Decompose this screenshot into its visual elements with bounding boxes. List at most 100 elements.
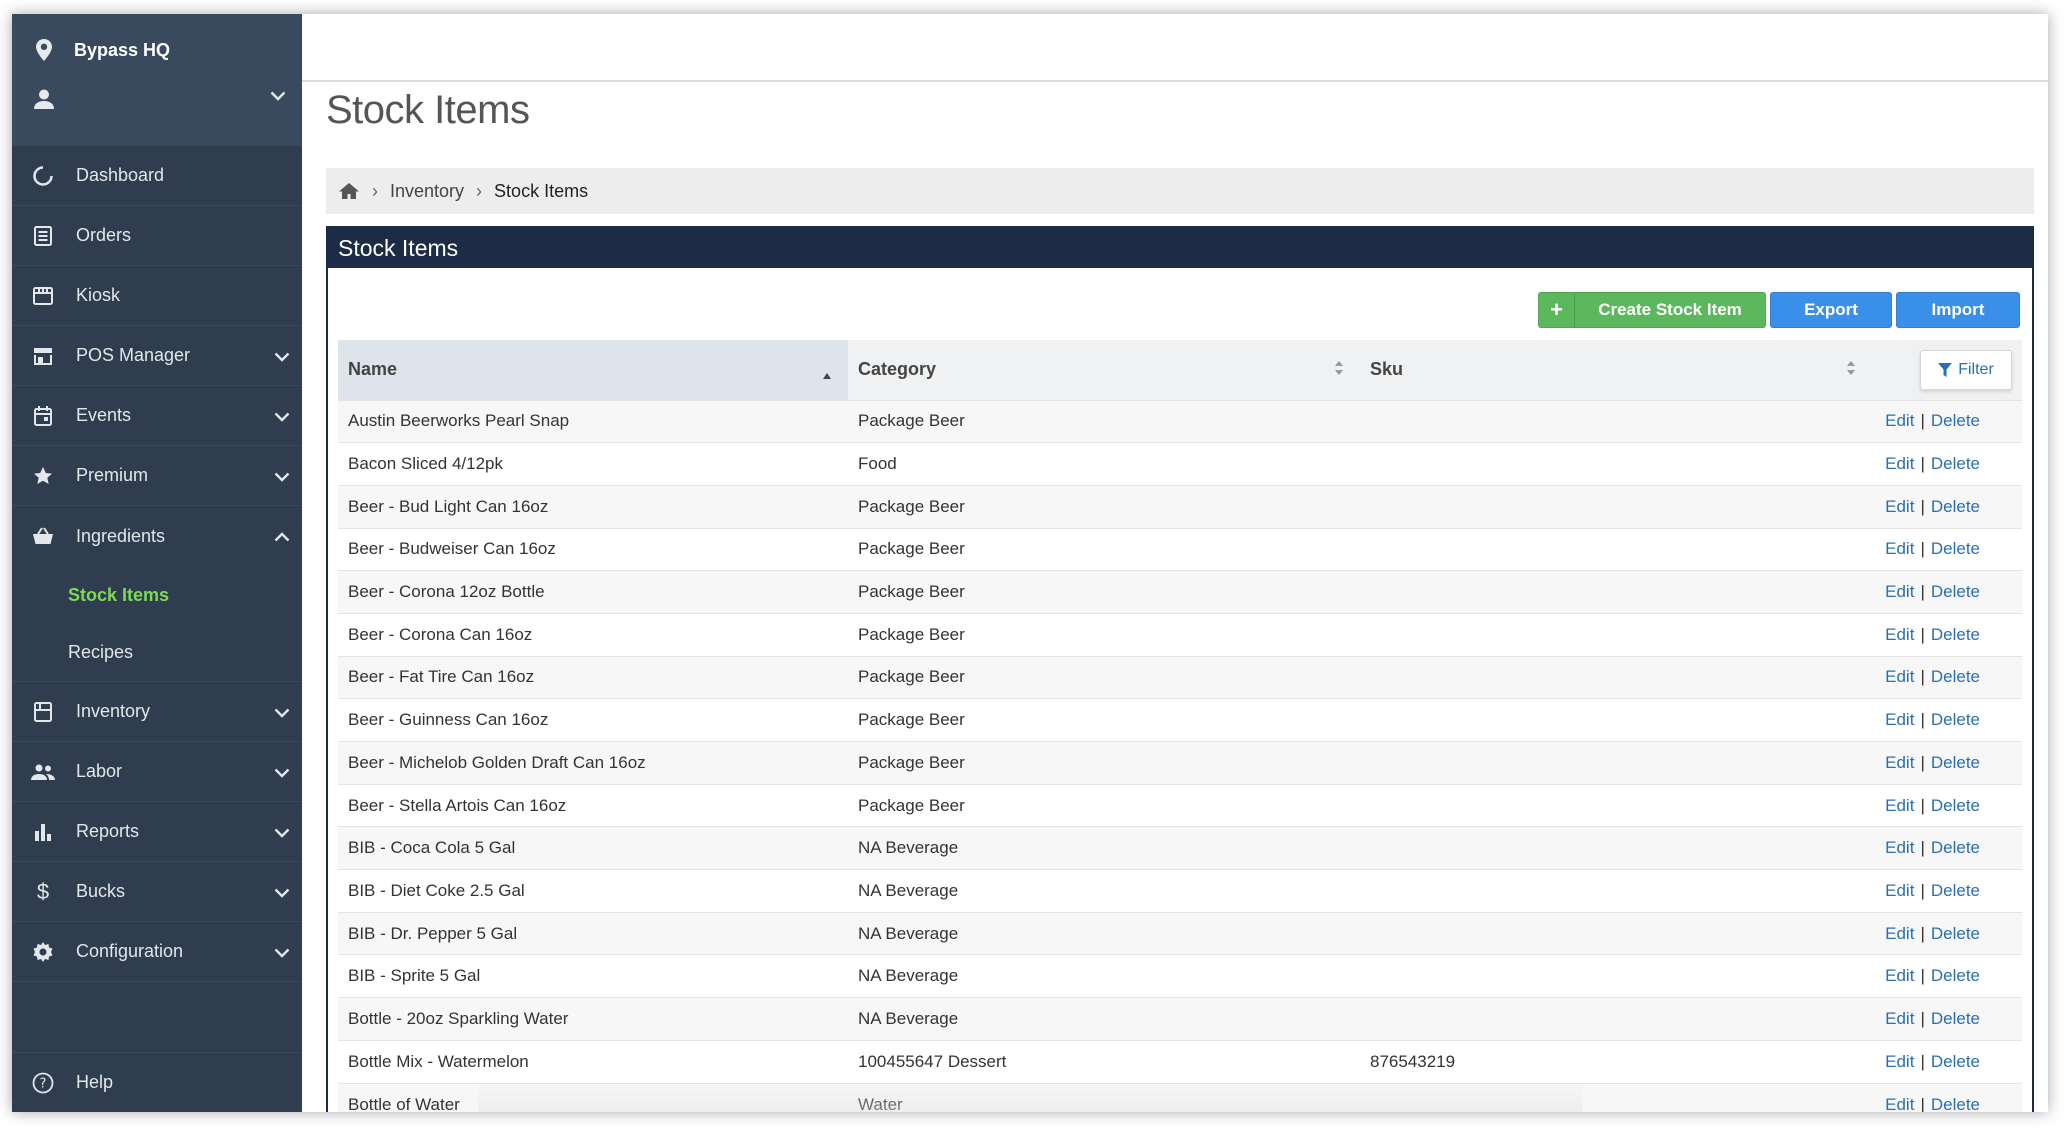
edit-link[interactable]: Edit [1885, 966, 1914, 985]
sidebar-item-label: Ingredients [76, 525, 166, 546]
table-row: BIB - Coca Cola 5 Gal NA Beverage Edit | Del… [338, 826, 2022, 870]
edit-link[interactable]: Edit [1885, 1095, 1914, 1112]
sidebar-item-kiosk[interactable]: Kiosk [12, 266, 302, 326]
table-row: Beer - Stella Artois Can 16oz Package Bee… [338, 783, 2022, 827]
sidebar-item-label: Configuration [76, 941, 184, 961]
sidebar: Bypass HQ Dashboard Orders Kiosk POS Man… [12, 14, 302, 1112]
delete-link[interactable]: Delete [1931, 1052, 1980, 1071]
table-row: Beer - Budweiser Can 16oz Package Beer Edi… [338, 527, 2022, 571]
edit-link[interactable]: Edit [1885, 1009, 1914, 1028]
action-separator: | [1920, 454, 1925, 474]
delete-link[interactable]: Delete [1931, 454, 1980, 473]
people-icon [30, 764, 56, 780]
sidebar-item-label: Inventory [76, 701, 151, 721]
table-row: Bacon Sliced 4/12pk Food Edit | Delete [338, 442, 2022, 486]
column-header-label: Sku [1370, 359, 1404, 380]
filter-button[interactable]: Filter [1920, 350, 2012, 390]
edit-link[interactable]: Edit [1885, 1052, 1914, 1071]
gear-icon [30, 941, 56, 962]
home-icon[interactable] [338, 182, 360, 200]
delete-link[interactable]: Delete [1931, 582, 1980, 601]
edit-link[interactable]: Edit [1885, 838, 1914, 857]
edit-link[interactable]: Edit [1885, 881, 1914, 900]
chevron-down-icon [274, 882, 290, 903]
cell-sku [1360, 655, 1872, 699]
cell-name: BIB - Sprite 5 Gal [338, 954, 848, 998]
sidebar-item-label: Events [76, 405, 132, 425]
cell-actions: Edit | Delete [1872, 911, 2022, 955]
column-header-label: Name [348, 359, 398, 380]
stock-items-table: Name Category Sku Filter Austin Beerwork… [338, 340, 2022, 1112]
sidebar-item-inventory[interactable]: Inventory [12, 682, 302, 742]
sidebar-item-help[interactable]: ? Help [12, 1052, 302, 1112]
svg-text:?: ? [40, 1076, 47, 1091]
cell-category: NA Beverage [848, 911, 1360, 955]
sidebar-item-label: Premium [76, 465, 149, 485]
sidebar-item-orders[interactable]: Orders [12, 206, 302, 266]
delete-link[interactable]: Delete [1931, 1009, 1980, 1028]
cell-actions: Edit | Delete [1872, 698, 2022, 742]
edit-link[interactable]: Edit [1885, 924, 1914, 943]
delete-link[interactable]: Delete [1931, 539, 1980, 558]
column-header-category[interactable]: Category [848, 340, 1360, 400]
table-row: Beer - Bud Light Can 16oz Package Beer Edi… [338, 484, 2022, 529]
plus-icon: + [1539, 293, 1575, 327]
sidebar-item-label: Kiosk [76, 285, 121, 305]
sidebar-subitem-recipes[interactable]: Recipes [12, 624, 302, 682]
page-title: Stock Items [326, 88, 530, 132]
panel-actions: + Create Stock Item Export Import [1538, 292, 2020, 328]
delete-link[interactable]: Delete [1931, 838, 1980, 857]
sidebar-item-reports[interactable]: Reports [12, 802, 302, 862]
column-header-name[interactable]: Name [338, 340, 848, 400]
export-button[interactable]: Export [1770, 292, 1892, 328]
delete-link[interactable]: Delete [1931, 924, 1980, 943]
cell-sku [1360, 954, 1872, 998]
delete-link[interactable]: Delete [1931, 881, 1980, 900]
sidebar-header: Bypass HQ [12, 14, 302, 146]
edit-link[interactable]: Edit [1885, 796, 1914, 815]
chevron-down-icon [274, 702, 290, 723]
cell-name: Bottle of Water [338, 1082, 848, 1112]
delete-link[interactable]: Delete [1931, 710, 1980, 729]
sidebar-item-bucks[interactable]: $ Bucks [12, 862, 302, 922]
column-header-sku[interactable]: Sku [1360, 340, 1872, 400]
calendar-icon [30, 405, 56, 426]
location-selector[interactable]: Bypass HQ [12, 32, 302, 68]
sidebar-subitem-stock-items[interactable]: Stock Items [12, 566, 302, 624]
sidebar-item-labor[interactable]: Labor [12, 742, 302, 802]
edit-link[interactable]: Edit [1885, 667, 1914, 686]
sidebar-item-label: Bucks [76, 881, 126, 901]
edit-link[interactable]: Edit [1885, 411, 1914, 430]
edit-link[interactable]: Edit [1885, 454, 1914, 473]
delete-link[interactable]: Delete [1931, 796, 1980, 815]
orders-icon [30, 225, 56, 246]
delete-link[interactable]: Delete [1931, 667, 1980, 686]
sidebar-item-configuration[interactable]: Configuration [12, 922, 302, 982]
sidebar-item-label: Reports [76, 821, 140, 841]
delete-link[interactable]: Delete [1931, 1095, 1980, 1112]
sidebar-item-pos-manager[interactable]: POS Manager [12, 326, 302, 386]
edit-link[interactable]: Edit [1885, 582, 1914, 601]
sidebar-item-dashboard[interactable]: Dashboard [12, 146, 302, 206]
import-button[interactable]: Import [1896, 292, 2020, 328]
delete-link[interactable]: Delete [1931, 411, 1980, 430]
delete-link[interactable]: Delete [1931, 625, 1980, 644]
cell-sku [1360, 741, 1872, 785]
user-menu[interactable] [12, 74, 302, 124]
breadcrumb-inventory[interactable]: Inventory [390, 181, 464, 202]
main-content: Stock Items › Inventory › Stock Items St… [302, 14, 2048, 1112]
sidebar-item-ingredients[interactable]: Ingredients [12, 506, 302, 566]
sidebar-item-premium[interactable]: Premium [12, 446, 302, 506]
delete-link[interactable]: Delete [1931, 497, 1980, 516]
delete-link[interactable]: Delete [1931, 753, 1980, 772]
sidebar-item-events[interactable]: Events [12, 386, 302, 446]
breadcrumb-current: Stock Items [494, 180, 589, 201]
edit-link[interactable]: Edit [1885, 539, 1914, 558]
edit-link[interactable]: Edit [1885, 753, 1914, 772]
delete-link[interactable]: Delete [1931, 966, 1980, 985]
edit-link[interactable]: Edit [1885, 710, 1914, 729]
create-stock-item-button[interactable]: + Create Stock Item [1538, 292, 1766, 328]
edit-link[interactable]: Edit [1885, 625, 1914, 644]
cell-category: Package Beer [848, 783, 1360, 827]
edit-link[interactable]: Edit [1885, 497, 1914, 516]
